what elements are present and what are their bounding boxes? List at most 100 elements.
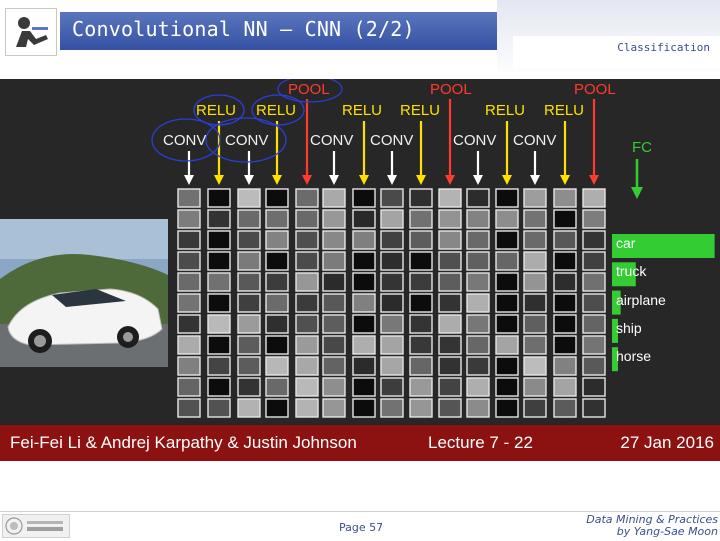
feature-map-cell xyxy=(352,272,376,292)
feature-map-cell xyxy=(495,335,519,355)
cnn-figure: POOL POOL POOL RELU RELU RELU RELU RELU … xyxy=(0,79,720,461)
feature-map-cell xyxy=(322,398,346,418)
feature-map-cell xyxy=(322,293,346,313)
credit-authors: Fei-Fei Li & Andrej Karpathy & Justin Jo… xyxy=(10,433,357,452)
feature-map-cell xyxy=(322,209,346,229)
page-number: Page 57 xyxy=(339,521,384,534)
layer-arrow-head xyxy=(416,175,426,185)
slide-title: Convolutional NN – CNN (2/2) xyxy=(72,17,415,41)
feature-map-cell xyxy=(265,272,289,292)
activation-map-column xyxy=(495,188,519,418)
feature-map-cell xyxy=(582,209,606,229)
activation-map-column xyxy=(438,188,462,418)
class-label-ship: ship xyxy=(616,320,642,336)
feature-map-cell xyxy=(582,356,606,376)
feature-map-cell xyxy=(177,230,201,250)
feature-map-cell xyxy=(553,293,577,313)
relu-label: RELU xyxy=(485,102,525,119)
feature-map-cell xyxy=(409,230,433,250)
pool-label: POOL xyxy=(430,81,472,98)
feature-map-cell xyxy=(322,272,346,292)
class-label-horse: horse xyxy=(616,348,651,364)
layer-arrow-head xyxy=(302,175,312,185)
feature-map-cell xyxy=(322,377,346,397)
feature-map-cell xyxy=(380,209,404,229)
layer-arrow-head xyxy=(530,175,540,185)
feature-map-cell xyxy=(553,335,577,355)
feature-map-cell xyxy=(207,209,231,229)
feature-map-cell xyxy=(237,230,261,250)
feature-map-cell xyxy=(207,272,231,292)
feature-map-cell xyxy=(438,251,462,271)
feature-map-cell xyxy=(295,293,319,313)
feature-map-cell xyxy=(553,377,577,397)
feature-map-cell xyxy=(265,377,289,397)
feature-map-cell xyxy=(177,188,201,208)
activation-map-column xyxy=(237,188,261,418)
feature-map-cell xyxy=(409,356,433,376)
feature-map-cell xyxy=(237,209,261,229)
feature-map-cell xyxy=(582,272,606,292)
emblem-icon xyxy=(5,517,63,535)
feature-map-cell xyxy=(523,272,547,292)
feature-map-cell xyxy=(553,230,577,250)
feature-map-cell xyxy=(466,230,490,250)
relu-label: RELU xyxy=(544,102,584,119)
feature-map-cell xyxy=(380,335,404,355)
feature-map-cell xyxy=(322,188,346,208)
feature-map-cell xyxy=(582,251,606,271)
feature-map-cell xyxy=(265,293,289,313)
feature-map-cell xyxy=(207,251,231,271)
feature-map-cell xyxy=(177,272,201,292)
feature-map-cell xyxy=(409,335,433,355)
feature-map-cell xyxy=(466,314,490,334)
relu-label: RELU xyxy=(400,102,440,119)
activation-map-column xyxy=(295,188,319,418)
feature-map-cell xyxy=(295,398,319,418)
feature-map-cell xyxy=(295,209,319,229)
feature-map-cell xyxy=(466,335,490,355)
feature-map-cell xyxy=(352,209,376,229)
footer-university-logo xyxy=(2,514,70,538)
feature-map-cell xyxy=(553,356,577,376)
feature-map-cell xyxy=(265,314,289,334)
feature-map-cell xyxy=(523,314,547,334)
feature-map-cell xyxy=(352,251,376,271)
feature-map-cell xyxy=(438,335,462,355)
feature-map-cell xyxy=(523,377,547,397)
feature-map-cell xyxy=(466,356,490,376)
fc-label: FC xyxy=(632,139,652,156)
feature-map-cell xyxy=(523,251,547,271)
feature-map-cell xyxy=(495,398,519,418)
feature-map-cell xyxy=(438,398,462,418)
feature-map-cell xyxy=(295,314,319,334)
feature-map-cell xyxy=(409,251,433,271)
layer-arrow-head xyxy=(329,175,339,185)
feature-map-cell xyxy=(523,398,547,418)
feature-map-cell xyxy=(495,209,519,229)
car-photo xyxy=(0,219,168,367)
feature-map-cell xyxy=(177,398,201,418)
feature-map-cell xyxy=(409,293,433,313)
feature-map-cell xyxy=(582,293,606,313)
feature-map-cell xyxy=(265,251,289,271)
feature-map-cell xyxy=(265,188,289,208)
feature-map-cell xyxy=(582,335,606,355)
relu-label: RELU xyxy=(342,102,382,119)
conv-label: CONV xyxy=(225,132,268,149)
feature-map-cell xyxy=(582,398,606,418)
layer-arrow-head xyxy=(473,175,483,185)
feature-map-cell xyxy=(409,188,433,208)
credit-lecture: Lecture 7 - 22 xyxy=(428,433,533,452)
feature-map-cell xyxy=(523,335,547,355)
feature-map-cell xyxy=(265,230,289,250)
layer-arrow-head xyxy=(502,175,512,185)
cnn-diagram: POOL POOL POOL RELU RELU RELU RELU RELU … xyxy=(0,79,715,418)
conv-label: CONV xyxy=(310,132,353,149)
feature-map-cell xyxy=(495,251,519,271)
feature-map-cell xyxy=(237,188,261,208)
feature-map-cell xyxy=(380,230,404,250)
feature-map-cell xyxy=(466,251,490,271)
layer-arrow-head xyxy=(359,175,369,185)
section-label: Classification xyxy=(617,41,710,54)
